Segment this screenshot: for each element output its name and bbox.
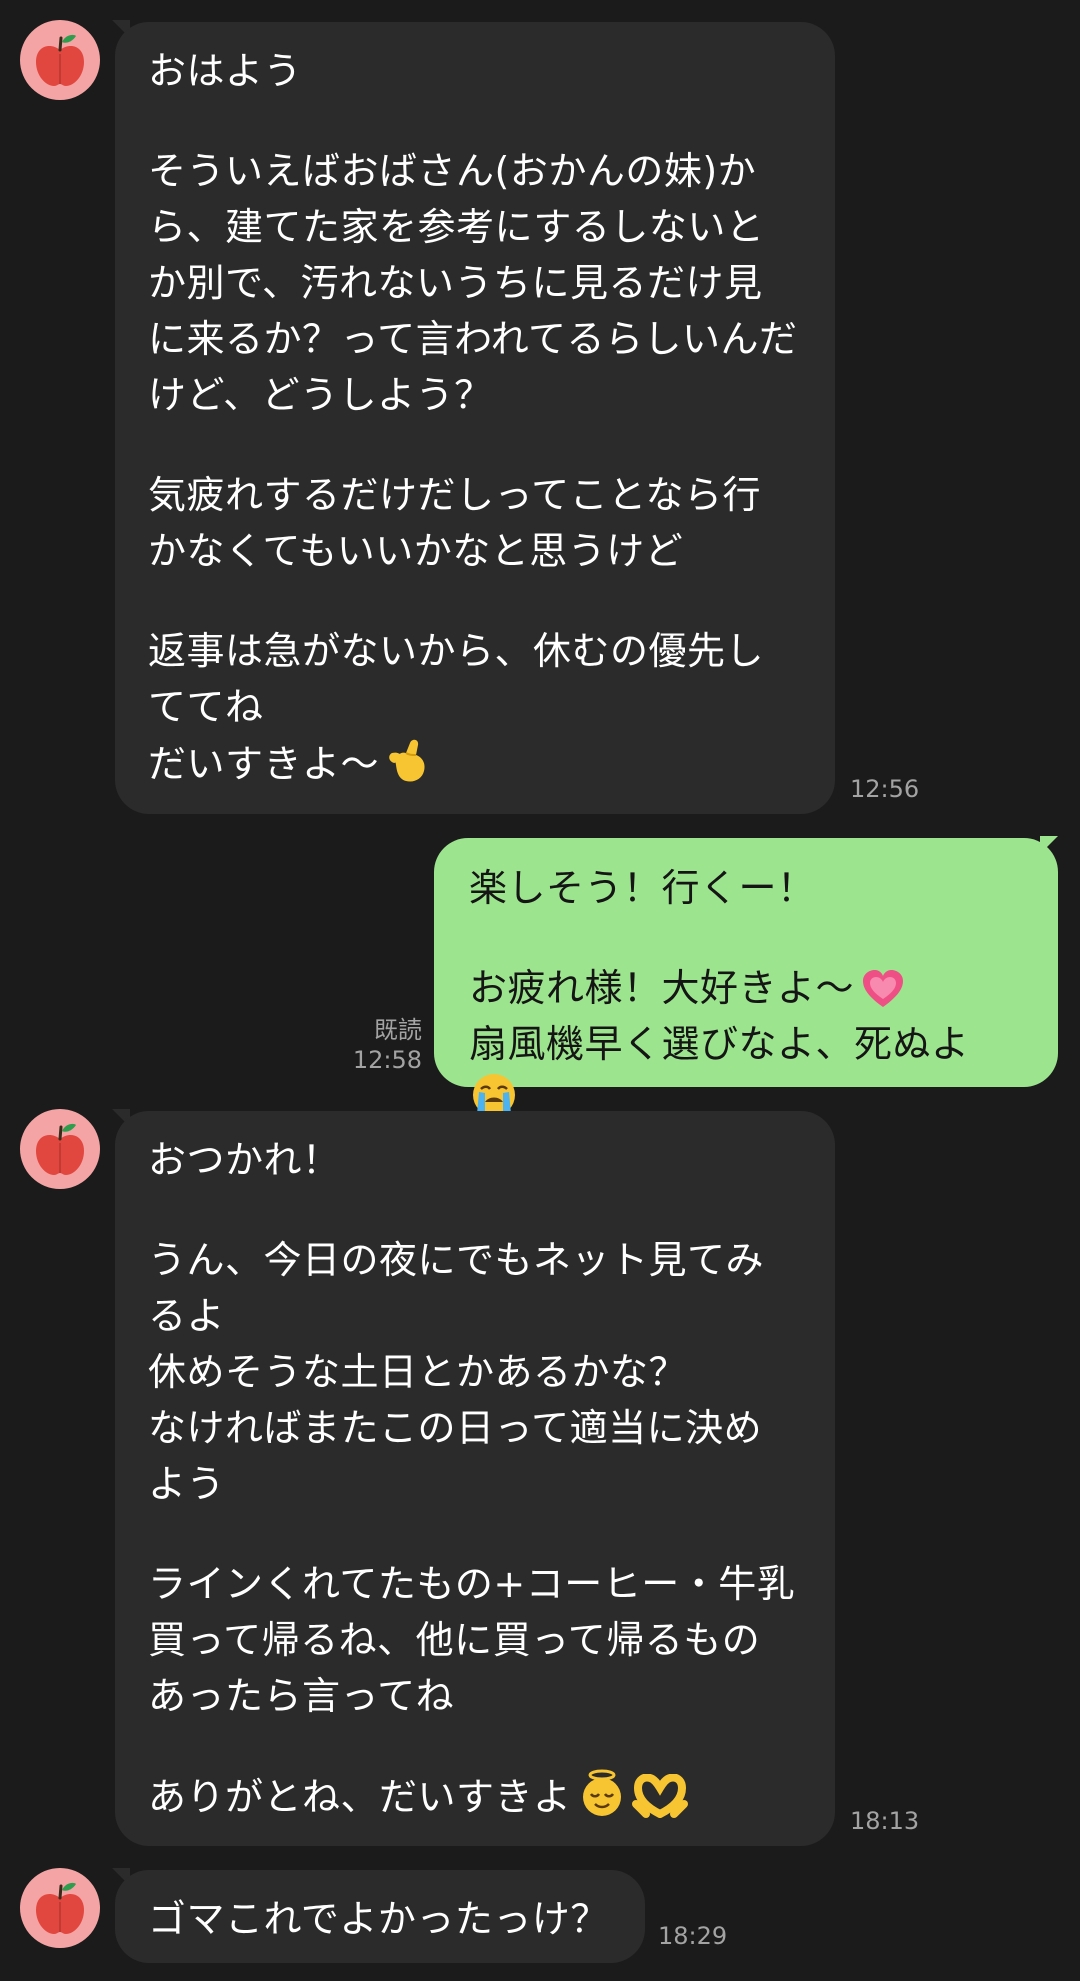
message-timestamp: 18:29	[658, 1922, 728, 1950]
message-timestamp: 18:13	[850, 1807, 920, 1835]
message-text: お疲れ様！大好きよ〜	[469, 966, 855, 1010]
message-text: ゴマこれでよかったっけ？	[148, 1897, 609, 1941]
message-text: ありがとね、だいすきよ	[148, 1775, 572, 1819]
sender-avatar[interactable]	[20, 1868, 100, 1948]
angel-face-emoji	[579, 1768, 625, 1822]
message-text: おはよう	[148, 49, 303, 93]
message-bubble-incoming[interactable]: おつかれ！ うん、今日の夜にでもネット見てみ るよ 休めそうな土日とかあるかな？…	[115, 1111, 835, 1846]
message-text: そういえばおばさん(おかんの妹)か ら、建てた家を参考にするしないと か別で、汚…	[148, 149, 798, 417]
message-text: 楽しそう！行くー！	[469, 866, 816, 910]
read-receipt: 既読	[374, 1016, 422, 1044]
heart-emoji	[861, 969, 905, 1013]
message-bubble-incoming[interactable]: おはよう そういえばおばさん(おかんの妹)か ら、建てた家を参考にするしないと …	[115, 22, 835, 814]
message-bubble-outgoing[interactable]: 楽しそう！行くー！ お疲れ様！大好きよ〜 扇風機早く選びなよ、死ぬよ	[434, 838, 1058, 1116]
apple-icon	[36, 34, 84, 86]
message-text: ラインくれてたもの+コーヒー・牛乳 買って帰るね、他に買って帰るもの あったら言…	[148, 1562, 796, 1718]
message-text: 返事は急がないから、休むの優先し ててね だいすきよ〜	[148, 629, 765, 786]
message-text: おつかれ！	[148, 1138, 341, 1182]
sender-avatar[interactable]	[20, 20, 100, 100]
message-text: 扇風機早く選びなよ、死ぬよ	[469, 1022, 970, 1066]
apple-icon	[36, 1882, 84, 1934]
message-bubble-incoming[interactable]: ゴマこれでよかったっけ？	[115, 1870, 645, 1963]
message-timestamp: 12:56	[850, 775, 920, 803]
finger-heart-emoji	[386, 735, 432, 789]
sender-avatar[interactable]	[20, 1109, 100, 1189]
apple-icon	[36, 1123, 84, 1175]
message-text: うん、今日の夜にでもネット見てみ るよ 休めそうな土日とかあるかな？ なければま…	[148, 1238, 765, 1506]
message-timestamp: 12:58	[352, 1046, 422, 1074]
heart-hands-emoji	[631, 1773, 688, 1822]
message-text: 気疲れするだけだしってことなら行 かなくてもいいかなと思うけど	[148, 473, 761, 573]
